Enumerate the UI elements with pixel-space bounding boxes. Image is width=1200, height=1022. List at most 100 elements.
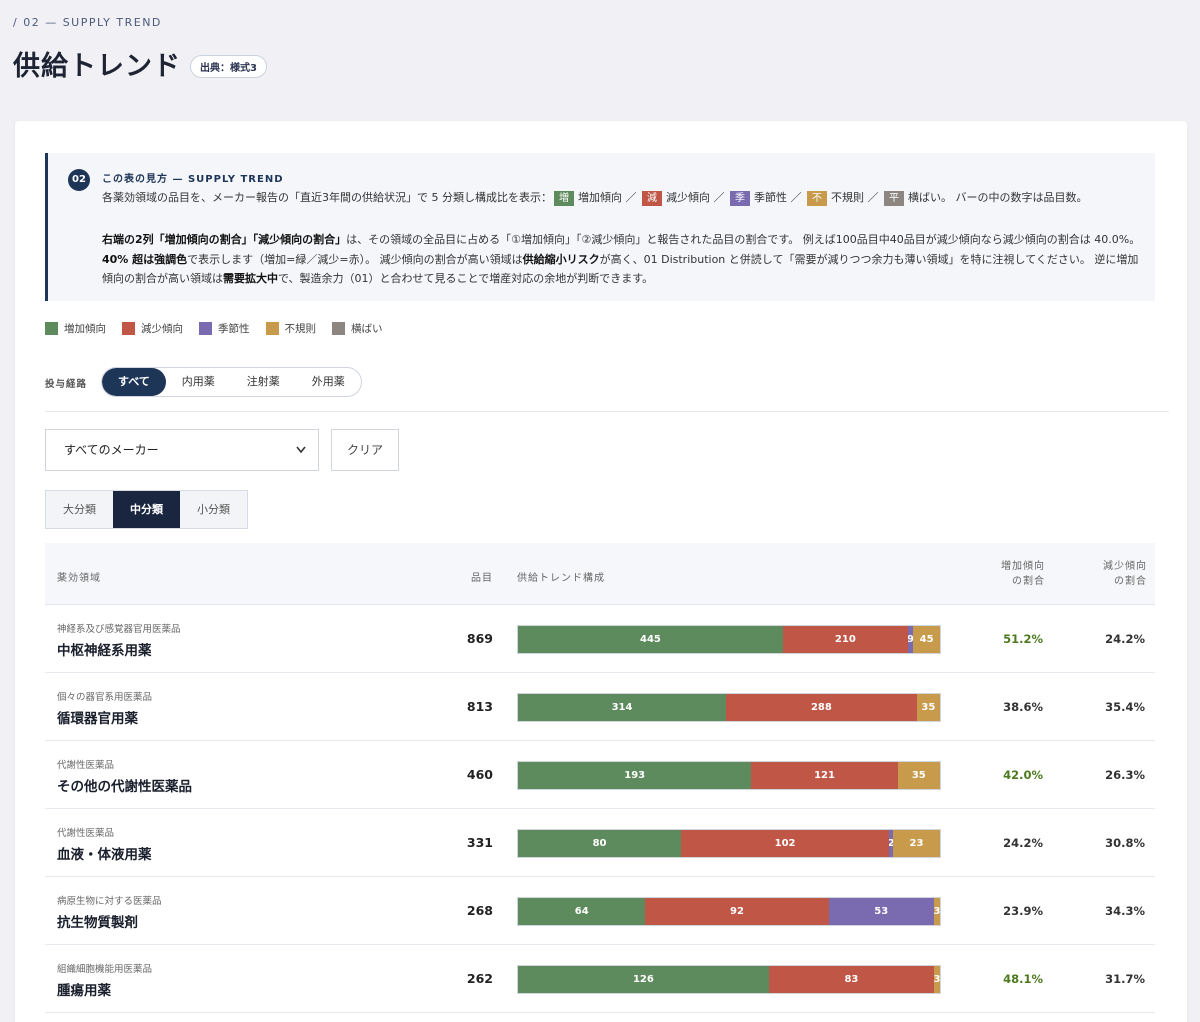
level-toggle: 大分類 中分類 小分類: [45, 490, 248, 529]
trend-segment-inc: 80: [518, 830, 682, 857]
info-line-prefix: 各薬効領域の品目を、メーカー報告の「直近3年間の供給状況」で 5 分類し構成比を…: [102, 191, 552, 204]
legend-swatch-flat: [332, 322, 345, 335]
category-chip-label-sea: 季節性 ／: [754, 191, 805, 204]
trend-segment-inc: 314: [518, 694, 727, 721]
row-name: その他の代謝性医薬品: [57, 779, 192, 795]
row-count: 869: [466, 631, 493, 646]
level-button-2[interactable]: 小分類: [180, 491, 247, 528]
trend-bar: 314 288 35: [517, 693, 941, 722]
decrease-share: 35.4%: [1105, 700, 1145, 714]
legend-item-sea: 季節性: [199, 321, 250, 336]
trend-segment-dec: 92: [645, 898, 829, 925]
trend-bar: 80 102 2 23: [517, 829, 941, 858]
row-category: 個々の器官系用医薬品: [57, 692, 153, 703]
info-text-2: は、その領域の全品目に占める「①増加傾向」「②減少傾向」と報告された品目の割合で…: [346, 233, 1141, 246]
row-name: 抗生物質製剤: [57, 915, 138, 931]
legend-label-sea: 季節性: [218, 323, 250, 335]
row-name: 血液・体液用薬: [57, 847, 152, 863]
category-chip-sea: 季: [730, 190, 750, 206]
info-paragraph: 右端の2列「増加傾向の割合」「減少傾向の割合」は、その領域の全品目に占める「①増…: [102, 230, 1142, 289]
row-category: 代謝性医薬品: [57, 828, 115, 839]
trend-bar: 64 92 53 3: [517, 897, 941, 926]
category-chips: 増増加傾向 ／ 減減少傾向 ／ 季季節性 ／ 不不規則 ／ 平横ばい。: [552, 190, 956, 206]
info-text-4: で表示します（増加=緑／減少=赤）。 減少傾向の割合が高い領域は: [187, 252, 523, 266]
route-button-3[interactable]: 外用薬: [296, 368, 361, 396]
table-row[interactable]: 代謝性医薬品 その他の代謝性医薬品 460 193 121 35 42.0% 26.3%: [45, 741, 1155, 809]
route-button-1[interactable]: 内用薬: [166, 368, 231, 396]
trend-segment-dec: 83: [768, 966, 934, 993]
trend-segment-irr: 23: [893, 830, 940, 857]
column-header-area[interactable]: 薬効領域: [57, 569, 101, 584]
route-button-0[interactable]: すべて: [102, 368, 166, 396]
column-header-trend: 供給トレンド構成: [517, 573, 605, 584]
trend-segment-irr: 3: [934, 966, 940, 993]
legend-swatch-irr: [265, 322, 279, 335]
trend-segment-inc: 64: [518, 898, 646, 925]
legend-item-dec: 減少傾向: [122, 321, 183, 336]
route-label: 投与経路: [45, 379, 88, 390]
info-number-badge: 02: [68, 169, 90, 191]
table-row[interactable]: 個々の器官系用医薬品循環器官用薬 813 314 288 35 38.6% 35.4%: [45, 673, 1155, 741]
route-button-2[interactable]: 注射薬: [231, 368, 296, 396]
trend-segment-inc: 193: [518, 762, 752, 789]
trend-bar: 193 121 35: [517, 761, 941, 790]
table-row[interactable]: 神経系及び感覚器官用医薬品 中枢神経系用薬 869 445 210 9 45 51.2% 24.…: [45, 605, 1155, 673]
level-button-1[interactable]: 中分類: [113, 491, 180, 528]
legend-item-irr: 不規則: [265, 321, 317, 336]
row-category: 病原生物に対する医薬品: [57, 896, 162, 907]
decrease-share: 34.3%: [1105, 904, 1145, 918]
column-header-dec-share[interactable]: 減少傾向 の割合: [1085, 559, 1147, 589]
table-header: 薬効領域 品目 供給トレンド構成 増加傾向 の割合 減少傾向 の割合: [45, 543, 1155, 605]
increase-share: 42.0%: [1003, 768, 1043, 782]
trend-bar: 445 210 9 45: [517, 625, 941, 654]
category-chip-label-inc: 増加傾向 ／: [578, 191, 640, 204]
chevron-down-icon: [296, 430, 306, 487]
row-name: 中枢神経系用薬: [57, 643, 152, 659]
info-bold-3: 40% 超は強調色: [102, 252, 188, 266]
trend-segment-dec: 102: [681, 830, 890, 857]
increase-share: 23.9%: [1003, 904, 1043, 918]
row-count: 331: [466, 835, 493, 850]
maker-select[interactable]: すべてのメーカー: [45, 429, 319, 471]
row-name: 腫瘍用薬: [57, 983, 111, 999]
dec-share-line1: 減少傾向: [1103, 561, 1147, 572]
increase-share: 38.6%: [1003, 700, 1043, 714]
trend-segment-irr: 35: [916, 694, 940, 721]
trend-segment-dec: 121: [751, 762, 898, 789]
trend-segment-irr: 45: [913, 626, 940, 653]
divider: [45, 411, 1169, 412]
trend-segment-sea: 53: [828, 898, 935, 925]
trend-segment-dec: 210: [782, 626, 908, 653]
column-header-count[interactable]: 品目: [471, 569, 493, 584]
legend-swatch-dec: [122, 322, 135, 335]
category-chip-label-flat: 横ばい。: [908, 191, 956, 204]
inc-share-line2: の割合: [1012, 576, 1045, 587]
table-row[interactable]: 病原生物に対する医薬品抗生物質製剤 268 64 92 53 3 23.9% 34.3%: [45, 877, 1155, 945]
category-chip-label-irr: 不規則 ／: [831, 191, 882, 204]
table-row[interactable]: 組織細胞機能用医薬品 腫瘍用薬 262 126 83 3 48.1% 31.7%: [45, 945, 1155, 1013]
legend-label-irr: 不規則: [284, 323, 317, 335]
row-count: 813: [466, 699, 493, 714]
page-eyebrow: / 02 — SUPPLY TREND: [13, 16, 162, 29]
column-header-inc-share[interactable]: 増加傾向 の割合: [985, 559, 1045, 589]
main-panel: 02 この表の見方 — SUPPLY TREND 各薬効領域の品目を、メーカー報…: [15, 121, 1187, 1022]
clear-button[interactable]: クリア: [331, 429, 399, 471]
table-row[interactable]: 代謝性医薬品 血液・体液用薬 331 80 102 2 23 24.2% 30.8%: [45, 809, 1155, 877]
legend-item-flat: 横ばい: [332, 321, 383, 336]
info-title: この表の見方 — SUPPLY TREND: [102, 174, 284, 185]
legend-label-dec: 減少傾向: [141, 323, 183, 335]
row-count: 268: [466, 903, 493, 918]
row-category: 神経系及び感覚器官用医薬品: [57, 624, 181, 635]
info-line: 各薬効領域の品目を、メーカー報告の「直近3年間の供給状況」で 5 分類し構成比を…: [102, 189, 1142, 207]
info-text-8: で、製造余力（01）と合わせて見ることで増産対応の余地が判断できます。: [278, 272, 654, 285]
source-badge: 出典：様式3: [190, 55, 267, 78]
row-name: 循環器官用薬: [57, 711, 138, 727]
trend-segment-irr: 3: [934, 898, 940, 925]
level-button-0[interactable]: 大分類: [46, 491, 113, 528]
maker-select-value: すべてのメーカー: [64, 443, 159, 457]
decrease-share: 26.3%: [1105, 768, 1145, 782]
category-chip-irr: 不: [807, 190, 827, 206]
route-toggle: すべて 内用薬 注射薬 外用薬: [101, 367, 362, 397]
info-line-suffix: バーの中の数字は品目数。: [955, 191, 1088, 204]
decrease-share: 31.7%: [1105, 972, 1145, 986]
